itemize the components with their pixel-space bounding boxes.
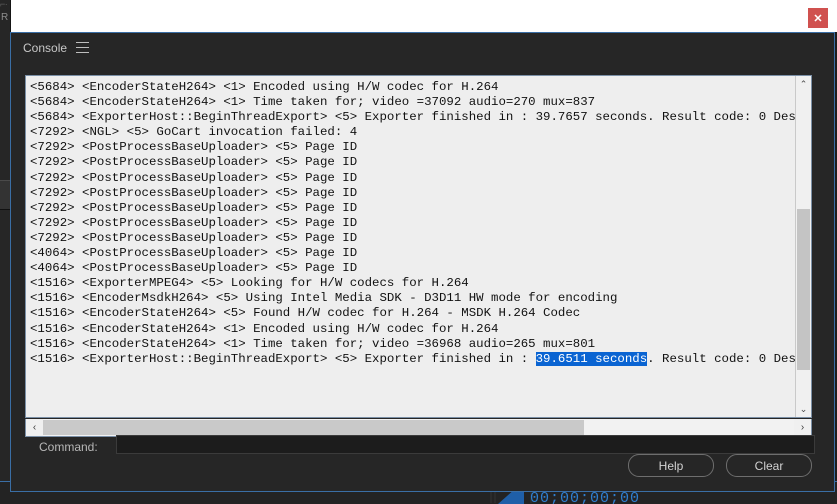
backdrop-white-band [10,0,837,32]
log-line: <1516> <EncoderStateH264> <5> Found H/W … [30,306,581,321]
log-line: <4064> <PostProcessBaseUploader> <5> Pag… [30,246,358,261]
page-title: Console [23,40,68,55]
help-button[interactable]: Help [628,454,714,477]
log-line: <1516> <EncoderStateH264> <1> Time taken… [30,336,596,351]
timecode-readout: 00;00;00;00 [530,490,641,504]
log-line: <1516> <EncoderStateH264> <1> Encoded us… [30,321,499,336]
vertical-scrollbar-thumb[interactable] [797,209,810,371]
log-line: <1516> <EncoderMsdkH264> <5> Using Intel… [30,291,618,306]
log-line: <7292> <PostProcessBaseUploader> <5> Pag… [30,155,358,170]
log-line: <7292> <PostProcessBaseUploader> <5> Pag… [30,185,358,200]
log-line: <7292> <PostProcessBaseUploader> <5> Pag… [30,170,358,185]
log-line: <7292> <NGL> <5> GoCart invocation faile… [30,125,358,140]
backdrop-panel-edge [0,180,10,210]
backdrop-glyph-mid: R [1,12,9,23]
hamburger-menu-icon[interactable] [76,42,90,53]
console-dialog: Console <5684> <EncoderStateH264> <1> En… [10,32,835,492]
dialog-titlebar: Console [11,33,834,62]
vertical-scrollbar-track[interactable] [796,92,811,401]
vertical-scrollbar[interactable]: ⌃ ⌄ [795,76,811,417]
scroll-up-arrow-icon[interactable]: ⌃ [796,76,811,92]
clear-button[interactable]: Clear [726,454,812,477]
log-line: <4064> <PostProcessBaseUploader> <5> Pag… [30,261,358,276]
console-log-area[interactable]: <5684> <EncoderStateH264> <1> Encoded us… [25,75,812,418]
log-line: <5684> <ExporterHost::BeginThreadExport>… [30,110,795,125]
command-label: Command: [39,440,98,454]
close-icon[interactable]: ✕ [808,8,828,28]
scroll-down-arrow-icon[interactable]: ⌄ [796,401,811,417]
command-input[interactable] [116,435,815,454]
dialog-footer-buttons: Help Clear [628,454,812,477]
log-line: <7292> <PostProcessBaseUploader> <5> Pag… [30,200,358,215]
console-log-text[interactable]: <5684> <EncoderStateH264> <1> Encoded us… [26,76,795,417]
log-line: <7292> <PostProcessBaseUploader> <5> Pag… [30,215,358,230]
log-line: <7292> <PostProcessBaseUploader> <5> Pag… [30,230,358,245]
selected-log-text: 39.6511 seconds [535,351,648,366]
log-line: <7292> <PostProcessBaseUploader> <5> Pag… [30,140,358,155]
log-line: <1516> <ExporterMPEG4> <5> Looking for H… [30,276,469,291]
log-line: <5684> <EncoderStateH264> <1> Encoded us… [30,80,499,94]
backdrop-glyph-top: ⌐· [0,0,8,9]
log-line: <5684> <EncoderStateH264> <1> Time taken… [30,95,596,110]
log-line: <1516> <ExporterHost::BeginThreadExport>… [30,351,795,366]
